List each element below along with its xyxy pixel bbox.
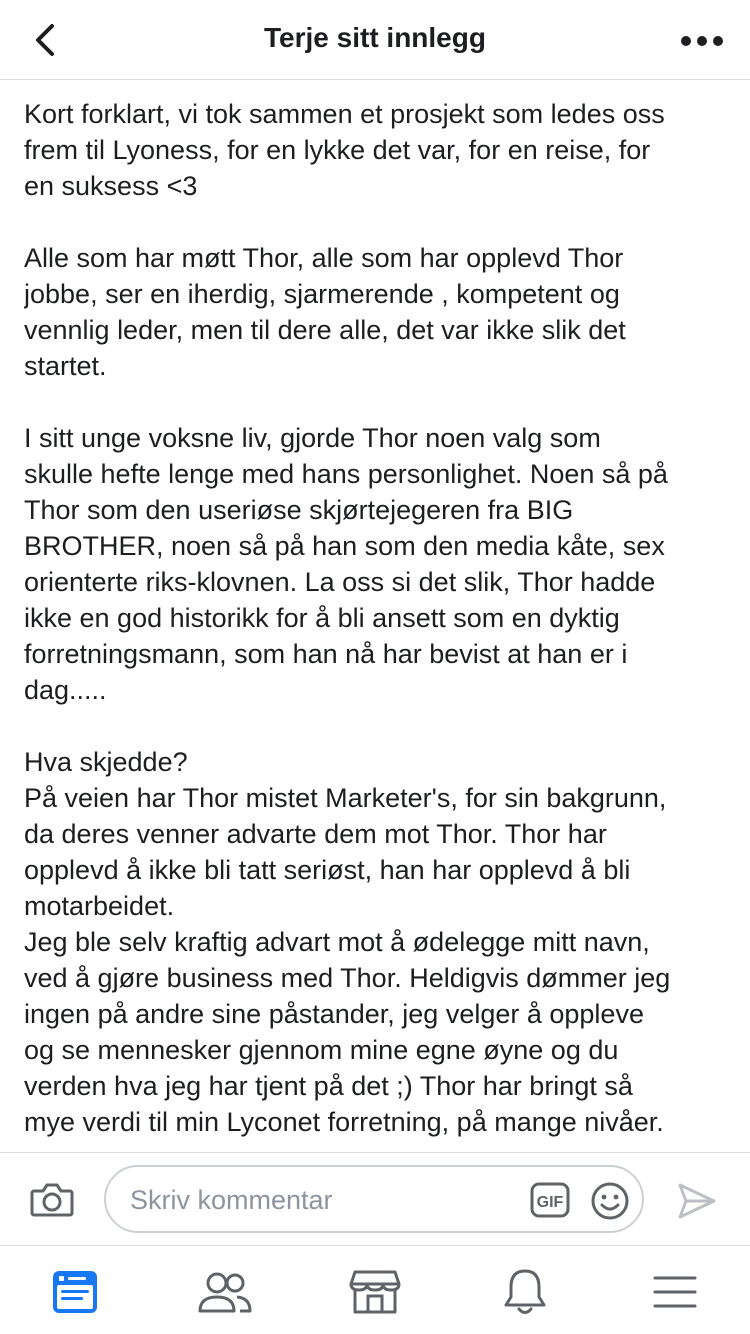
tab-menu[interactable]	[645, 1264, 705, 1320]
comment-box: GIF	[104, 1165, 644, 1233]
tab-marketplace[interactable]	[345, 1264, 405, 1320]
emoji-icon	[591, 1182, 629, 1220]
send-icon	[678, 1183, 716, 1219]
bottom-tab-bar	[0, 1246, 750, 1334]
gif-button[interactable]: GIF	[530, 1182, 570, 1218]
send-button[interactable]	[676, 1181, 718, 1221]
tab-news-feed[interactable]	[45, 1264, 105, 1320]
notifications-icon	[504, 1269, 546, 1314]
page-title: Terje sitt innlegg	[264, 22, 486, 53]
emoji-button[interactable]	[590, 1181, 630, 1221]
marketplace-icon	[349, 1270, 401, 1314]
comment-input[interactable]	[128, 1167, 512, 1233]
post-paragraph: Kort forklart, vi tok sammen et prosjekt…	[24, 99, 665, 201]
menu-icon	[653, 1276, 697, 1308]
top-bar: Terje sitt innlegg	[0, 0, 750, 80]
comment-composer: GIF	[0, 1152, 750, 1246]
post-paragraph: I sitt unge voksne liv, gjorde Thor noen…	[24, 423, 668, 705]
tab-notifications[interactable]	[495, 1264, 555, 1320]
more-options-button[interactable]	[676, 24, 728, 58]
gif-icon: GIF	[530, 1182, 570, 1218]
gif-label: GIF	[537, 1194, 564, 1211]
friends-icon	[198, 1272, 252, 1313]
camera-button[interactable]	[30, 1181, 74, 1219]
camera-icon	[30, 1183, 74, 1217]
tab-friends[interactable]	[195, 1264, 255, 1320]
post-paragraph: Hva skjedde? På veien har Thor mistet Ma…	[24, 747, 671, 1137]
post-body: Kort forklart, vi tok sammen et prosjekt…	[24, 96, 724, 1148]
post-paragraph: Alle som har møtt Thor, alle som har opp…	[24, 243, 626, 381]
news-feed-icon	[53, 1271, 97, 1313]
more-dots-icon	[681, 36, 723, 46]
